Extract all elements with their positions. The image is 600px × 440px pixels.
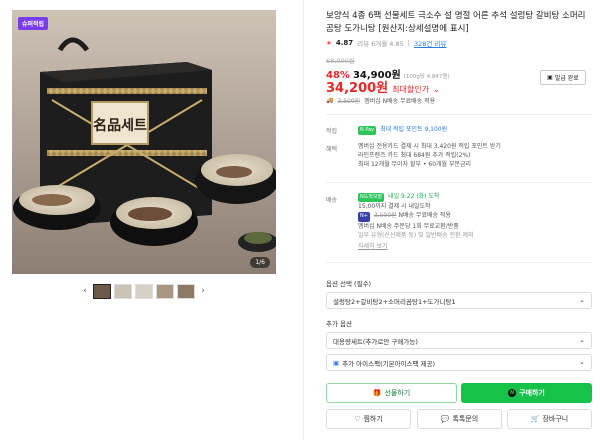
product-title: 보양식 4종 6팩 선물세트 극소수 설 명절 어른 추석 설렁탕 갈비탕 소머… (326, 11, 586, 34)
benefit-line-3: 최대 12개월 무이자 할부 • 60개월 부분금리 (358, 161, 472, 169)
cart-button[interactable]: 🛒 장바구니 (507, 409, 592, 429)
delivery-exclusion: 일부 유형(신선제품 등) 및 일반배송 전환 제외 (358, 231, 474, 239)
npay-tag: N Pay (358, 126, 377, 136)
thumbnail-next-arrow[interactable]: › (198, 286, 208, 296)
cart-button-label: 장바구니 (542, 415, 569, 423)
points-label: 적립 (326, 128, 338, 135)
details-link[interactable]: 자세히 보기 (358, 242, 590, 251)
gift-button[interactable]: 🎁 선물하기 (326, 383, 457, 403)
extra-option-select-2[interactable]: ▣ 추가 아이스팩(기본아이스팩 제공) ⌄ (326, 354, 592, 371)
gallery-panel: 名品세트 슈퍼적립 1/6 ‹ › (0, 0, 300, 440)
delivery-info: N도착보장 내일 9.22 (화) 도착 15,00까지 결제 시 내일도착 N… (358, 192, 590, 251)
coupon-label: 발급 완료 (554, 75, 579, 82)
extra-option-1-value: 대용량세트(추가로만 구매가능) (333, 337, 418, 346)
wish-button-label: 찜하기 (363, 415, 383, 423)
chat-icon: 💬 (440, 415, 450, 423)
arrival-date: 내일 9.22 (화) 도착 (388, 193, 440, 200)
shipping-old-fee: 3,500원 (337, 98, 361, 105)
option-select[interactable]: 설렁탕2+갈비탕2+소머리곰탕1+도가니탕1 ⌄ (326, 292, 592, 309)
points-text[interactable]: 최대 적립 포인트 9,100원 (380, 126, 447, 133)
nplus-tag: N+ (358, 212, 370, 222)
benefit-label: 혜택 (326, 146, 338, 153)
chevron-down-icon: ⌄ (579, 336, 585, 344)
divider (326, 262, 592, 263)
shipping-text: 멤버십 N배송 무료배송 적용 (364, 98, 436, 105)
rating-score: 4.87 (335, 39, 354, 47)
delivery-old-fee: 3,500원 (373, 212, 397, 220)
rating-row: ★ 4.87 리뷰 6개월 4.85 | 328건 리뷰 (326, 38, 447, 48)
chevron-down-icon: ⌄ (579, 296, 585, 304)
coupon-icon: ▣ (547, 74, 553, 81)
thumbnail-strip: ‹ › (12, 282, 276, 300)
guarantee-tag: N도착보장 (358, 193, 385, 203)
special-price: 34,200원 (326, 81, 389, 96)
product-image[interactable]: 名品세트 슈퍼적립 1/6 (12, 10, 276, 274)
star-icon: ★ (326, 39, 332, 47)
review-link[interactable]: 328건 리뷰 (414, 38, 446, 48)
coupon-button[interactable]: ▣ 발급 완료 (540, 70, 586, 85)
image-counter: 1/6 (250, 257, 270, 268)
talk-button-label: 톡톡문의 (452, 415, 479, 423)
delivery-label: 배송 (326, 197, 338, 204)
thumbnail-2[interactable] (114, 283, 132, 299)
chevron-down-icon: ⌄ (579, 358, 585, 366)
buy-button[interactable]: N 구매하기 (461, 383, 592, 403)
box-label-text: 名品세트 (93, 117, 147, 134)
option-section-title: 옵션 선택 (필수) (326, 280, 372, 288)
ice-pack-icon: ▣ (333, 358, 340, 367)
extra-option-2-value: 추가 아이스팩(기본아이스팩 제공) (342, 359, 436, 368)
product-photo-illustration: 名品세트 (12, 10, 276, 274)
truck-icon: 🚚 (326, 97, 334, 104)
wish-button[interactable]: ♡ 찜하기 (326, 409, 411, 429)
super-points-badge: 슈퍼적립 (18, 17, 49, 30)
extra-option-select-1[interactable]: 대용량세트(추가로만 구매가능) ⌄ (326, 332, 592, 349)
soup-bowl-right (195, 154, 276, 204)
thumbnail-prev-arrow[interactable]: ‹ (80, 286, 90, 296)
divider (326, 114, 592, 115)
gift-icon: 🎁 (372, 389, 382, 397)
original-price: 68,000원 (326, 57, 355, 65)
thumbnail-4[interactable] (156, 283, 174, 299)
cart-icon: 🛒 (530, 415, 540, 423)
delivery-free: N배송 무료배송 적용 (398, 212, 451, 220)
product-info-panel: 보양식 4종 6팩 선물세트 극소수 설 명절 어른 추석 설렁탕 갈비탕 소머… (303, 0, 600, 440)
rating-count: 리뷰 6개월 4.85 (357, 40, 404, 48)
benefit-list: 멤버십 전용카드 결제 시 최대 3,420원 적립 포인트 받기 라인프렌즈 … (358, 142, 590, 170)
benefit-line-2: 라인프렌즈 카드 최대 684원 추가 적립(2%) (358, 152, 471, 160)
thumbnail-5[interactable] (177, 283, 195, 299)
chevron-down-icon: ⌄ (432, 85, 440, 94)
delivery-cutoff: 15,00까지 결제 시 내일도착 (358, 203, 431, 211)
heart-icon: ♡ (354, 415, 361, 423)
benefit-line-1: 멤버십 전용카드 결제 시 최대 3,420원 적립 포인트 받기 (358, 143, 501, 150)
gift-button-label: 선물하기 (384, 389, 411, 397)
soup-bowl-center (110, 197, 198, 246)
talk-button[interactable]: 💬 톡톡문의 (417, 409, 502, 429)
shipping-summary: 🚚 3,500원 멤버십 N배송 무료배송 적용 (326, 96, 435, 105)
extra-option-title: 추가 옵션 (326, 320, 352, 328)
divider (326, 182, 592, 183)
special-price-label: 최대할인가 (392, 85, 429, 94)
special-price-row[interactable]: 34,200원 최대할인가 ⌄ (326, 77, 440, 96)
thumbnail-1[interactable] (93, 283, 111, 299)
soup-bowl-left (13, 185, 101, 230)
points-value: N Pay 최대 적립 포인트 9,100원 (358, 125, 590, 136)
delivery-return: 멤버십 N배송 주문당 1회 무료교환/반품 (358, 222, 459, 230)
buy-button-label: 구매하기 (519, 389, 545, 397)
thumbnail-3[interactable] (135, 283, 153, 299)
option-select-value: 설렁탕2+갈비탕2+소머리곰탕1+도가니탕1 (333, 297, 456, 306)
npay-icon: N (508, 389, 517, 397)
